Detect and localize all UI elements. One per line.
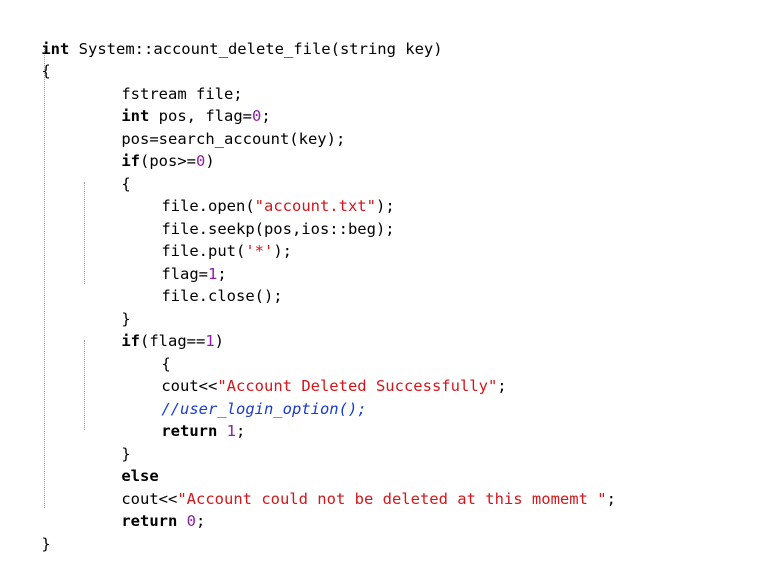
if-condition-close: ) — [214, 332, 225, 350]
code-line-open-brace: { — [4, 38, 50, 80]
code-line-return-zero: return 0; — [84, 488, 205, 530]
number-literal: 1 — [226, 422, 237, 440]
if-condition-open: (pos>= — [140, 152, 196, 170]
code-line-inner-open-1: { — [84, 151, 130, 193]
string-literal: "Account could not be deleted at this mo… — [177, 490, 607, 508]
number-literal: 1 — [205, 332, 215, 350]
code-line-comment: //user_login_option(); — [124, 376, 366, 418]
code-line-fstream-decl: fstream file; — [84, 61, 242, 103]
semicolon: ; — [497, 377, 507, 395]
code-line-file-open: file.open("account.txt"); — [124, 173, 394, 215]
code-line-return-one: return 1; — [124, 398, 245, 440]
code-line-flag-set: flag=1; — [124, 241, 226, 283]
code-editor[interactable]: int System::account_delete_file(string k… — [0, 0, 772, 553]
code-line-close-brace: } — [4, 511, 50, 553]
function-signature-text: System::account_delete_file(string key) — [69, 40, 443, 58]
code-line-cout-success: cout<<"Account Deleted Successfully"; — [124, 353, 506, 395]
semicolon: ; — [196, 512, 206, 530]
code-line-cout-fail: cout<<"Account could not be deleted at t… — [84, 466, 616, 508]
indent-guide-outer — [44, 46, 45, 508]
open-brace: { — [41, 62, 51, 80]
code-line-signature: int System::account_delete_file(string k… — [4, 16, 442, 58]
semicolon: ; — [236, 422, 246, 440]
code-line-file-seekp: file.seekp(pos,ios::beg); — [124, 196, 394, 238]
char-literal: '*' — [245, 242, 274, 260]
code-line-inner-close-2: } — [84, 421, 130, 463]
keyword-return: return — [161, 422, 218, 440]
semicolon: ; — [606, 490, 616, 508]
file-close-text: file.close(); — [161, 287, 283, 305]
code-line-else: else — [84, 443, 158, 485]
code-line-if-flag: if(flag==1) — [84, 308, 224, 350]
code-line-inner-open-2: { — [124, 331, 170, 373]
code-line-int-decl: int pos, flag=0; — [84, 83, 270, 125]
code-line-file-put: file.put('*'); — [124, 218, 292, 260]
file-put-post: ); — [273, 242, 292, 260]
code-line-search-call: pos=search_account(key); — [84, 106, 345, 148]
code-line-inner-close-1: } — [84, 286, 130, 328]
number-literal: 0 — [186, 512, 197, 530]
close-brace: } — [41, 535, 51, 553]
if-condition-close: ) — [205, 152, 215, 170]
code-line-file-close: file.close(); — [124, 263, 282, 305]
number-literal: 0 — [196, 152, 206, 170]
keyword-return: return — [121, 512, 178, 530]
code-line-if-pos: if(pos>=0) — [84, 128, 214, 170]
